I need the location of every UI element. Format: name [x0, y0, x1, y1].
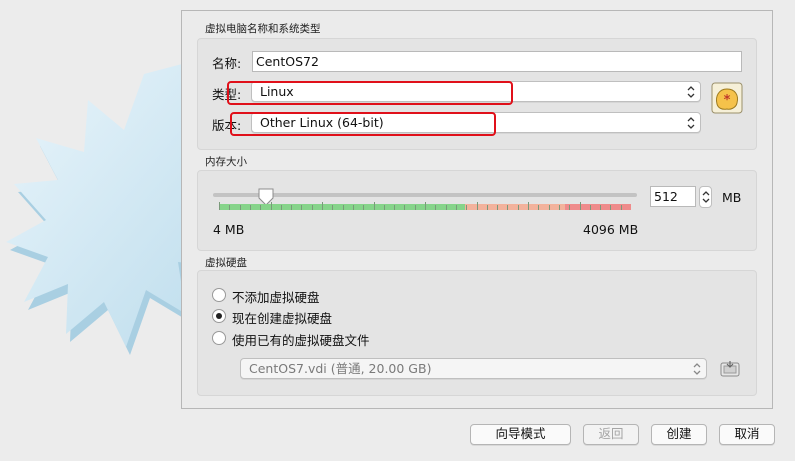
updown-arrows-icon — [687, 86, 695, 98]
choose-disk-file-icon[interactable] — [720, 360, 740, 378]
memory-unit-label: MB — [722, 190, 742, 205]
memory-scale-bar — [219, 202, 631, 210]
memory-stepper[interactable] — [699, 186, 712, 208]
radio-no-disk-label: 不添加虚拟硬盘 — [232, 290, 320, 305]
back-button[interactable]: 返回 — [583, 424, 639, 445]
radio-existing-disk[interactable] — [212, 331, 226, 345]
radio-create-disk[interactable] — [212, 309, 226, 323]
type-highlight-box — [227, 81, 513, 105]
radio-create-disk-label: 现在创建虚拟硬盘 — [232, 311, 333, 326]
radio-existing-disk-label: 使用已有的虚拟硬盘文件 — [232, 333, 370, 348]
disk-section-title: 虚拟硬盘 — [205, 257, 247, 269]
memory-section-title: 内存大小 — [205, 156, 247, 168]
stepper-arrows-icon — [702, 191, 710, 203]
version-highlight-box — [230, 112, 496, 136]
name-field[interactable]: CentOS72 — [252, 51, 742, 72]
memory-min-label: 4 MB — [213, 222, 245, 237]
memory-slider-track[interactable] — [213, 193, 637, 197]
guided-mode-button[interactable]: 向导模式 — [470, 424, 571, 445]
os-type-icon: * — [711, 82, 743, 114]
create-button[interactable]: 创建 — [651, 424, 707, 445]
memory-max-label: 4096 MB — [583, 222, 639, 237]
disk-file-select-value: CentOS7.vdi (普通, 20.00 GB) — [249, 361, 432, 376]
updown-arrows-icon — [687, 117, 695, 129]
name-label: 名称: — [212, 56, 242, 71]
disk-file-select[interactable]: CentOS7.vdi (普通, 20.00 GB) — [240, 358, 707, 379]
name-os-section-title: 虚拟电脑名称和系统类型 — [205, 23, 321, 35]
cancel-button[interactable]: 取消 — [719, 424, 775, 445]
updown-arrows-icon — [693, 363, 701, 375]
svg-text:*: * — [724, 93, 731, 108]
memory-value-field[interactable]: 512 — [650, 186, 696, 207]
radio-no-disk[interactable] — [212, 288, 226, 302]
